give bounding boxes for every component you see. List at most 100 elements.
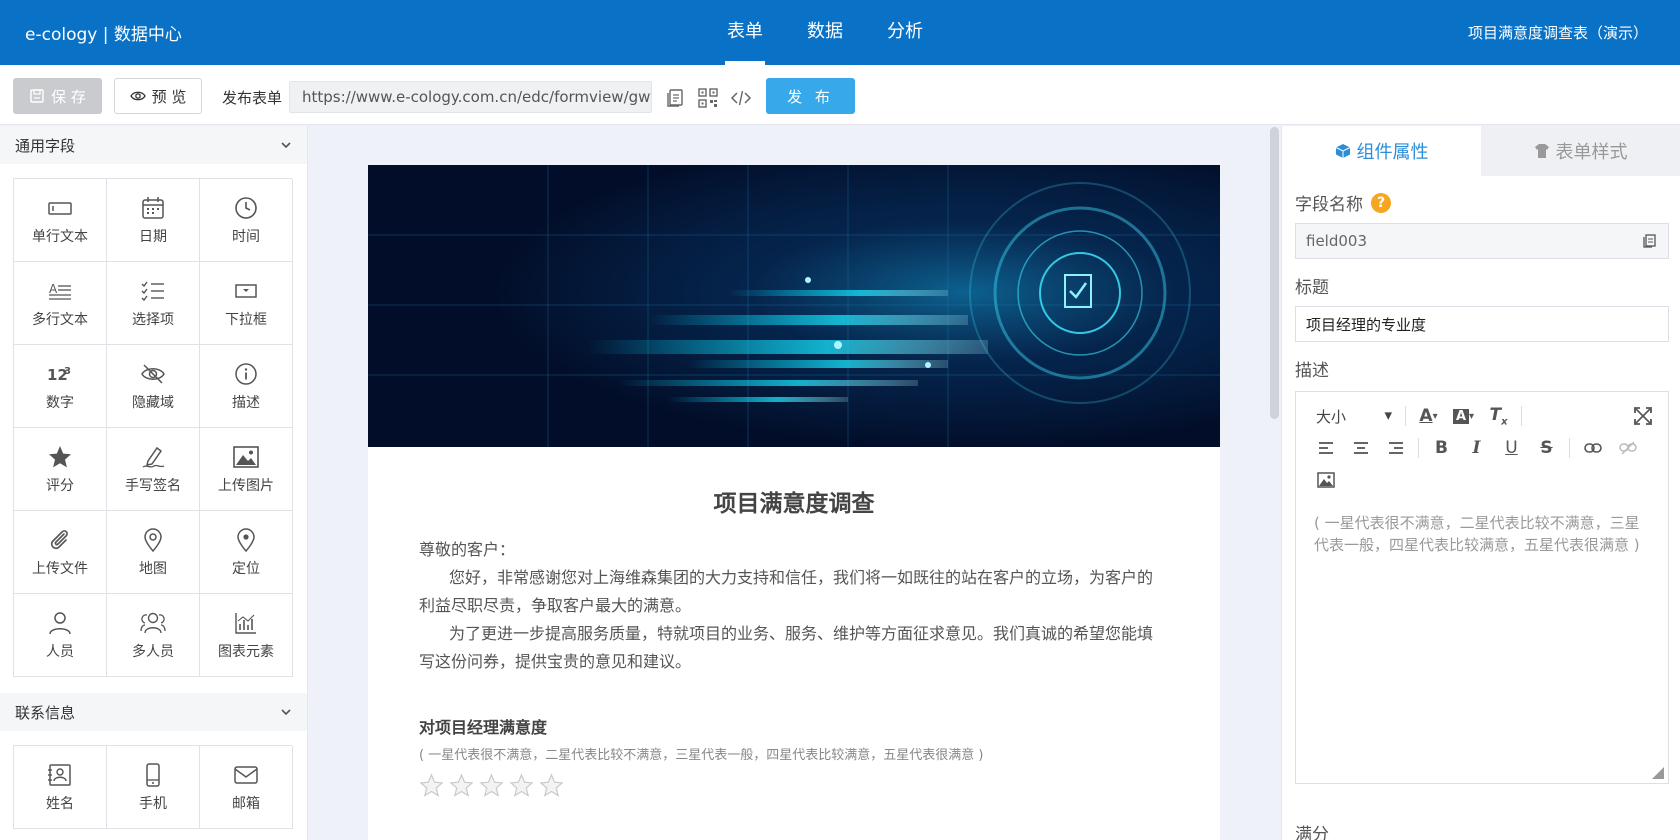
intro-greeting: 尊敬的客户： [419,540,516,559]
info-icon [235,362,257,385]
field-upload-image[interactable]: 上传图片 [200,428,293,511]
background-color-icon: A [1452,408,1470,424]
title-input[interactable]: 项目经理的专业度 [1295,306,1669,342]
align-center-icon [1353,442,1368,454]
field-label: 隐藏域 [132,394,174,411]
field-multi-line-text[interactable]: A 多行文本 [14,262,107,345]
field-upload-file[interactable]: 上传文件 [14,511,107,594]
field-map[interactable]: 地图 [107,511,200,594]
clock-icon [235,196,257,219]
toolbar: 保 存 预 览 发布表单 https://www.e-cology.com.cn… [0,65,1680,125]
editor-toolbar-row-3 [1296,464,1668,496]
field-location[interactable]: 定位 [200,511,293,594]
properties-panel: 组件属性 表单样式 字段名称 ? field003 标题 项目经理的专业度 描述… [1281,126,1680,840]
field-name[interactable]: 姓名 [14,746,107,829]
publish-form-label: 发布表单 [222,89,283,107]
section-contact-info[interactable]: 联系信息 [0,693,307,731]
rating-question[interactable]: 对项目经理满意度 ( 一星代表很不满意，二星代表比较不满意，三星代表一般，四星代… [368,714,1220,798]
intro-paragraph-1: 您好，非常感谢您对上海维森集团的大力支持和信任，我们将一如既往的站在客户的立场，… [419,568,1154,615]
form-url-field[interactable]: https://www.e-cology.com.cn/edc/formview… [289,81,652,113]
section-general-fields[interactable]: 通用字段 [0,126,307,164]
nav-tab-data[interactable]: 数据 [807,0,843,65]
font-size-select[interactable]: 大小 ▾ [1310,406,1398,427]
field-time[interactable]: 时间 [200,179,293,262]
strikethrough-button[interactable]: S [1531,434,1562,462]
field-hidden[interactable]: 隐藏域 [107,345,200,428]
description-editor-content[interactable]: ( 一星代表很不满意，二星代表比较不满意，三星代表一般，四星代表比较满意，五星代… [1296,496,1668,572]
copy-icon[interactable] [1642,233,1658,249]
align-center-button[interactable] [1345,434,1376,462]
star-outline-icon[interactable] [449,773,474,798]
resize-handle-icon[interactable] [1652,767,1664,779]
font-color-button[interactable]: A ▾ [1413,402,1444,430]
tab-component-properties[interactable]: 组件属性 [1282,126,1481,176]
font-size-label: 大小 [1316,407,1347,426]
embed-code-icon[interactable] [730,87,752,109]
nav-tab-form[interactable]: 表单 [725,0,765,65]
insert-image-button[interactable] [1310,466,1341,494]
star-outline-icon[interactable] [539,773,564,798]
star-outline-icon[interactable] [479,773,504,798]
paperclip-icon [50,529,68,549]
field-single-line-text[interactable]: 单行文本 [14,179,107,262]
field-label: 时间 [232,228,260,245]
copy-icon[interactable] [664,87,686,109]
image-icon [233,445,259,468]
underline-button[interactable]: U [1496,434,1527,462]
nav-tab-analysis[interactable]: 分析 [887,0,923,65]
dropdown-icon [235,283,257,298]
section-general-title: 通用字段 [15,136,76,155]
field-rating[interactable]: 评分 [14,428,107,511]
unlink-button[interactable] [1612,434,1643,462]
field-choice[interactable]: 选择项 [107,262,200,345]
preview-button[interactable]: 预 览 [114,78,202,114]
align-left-button[interactable] [1310,434,1341,462]
app-brand[interactable]: e-cology | 数据中心 [25,20,182,45]
field-dropdown[interactable]: 下拉框 [200,262,293,345]
publish-button[interactable]: 发 布 [766,78,855,114]
tab-form-style[interactable]: 表单样式 [1481,126,1680,176]
star-outline-icon[interactable] [509,773,534,798]
italic-button[interactable]: I [1461,434,1492,462]
qr-code-icon[interactable] [697,87,719,109]
background-color-button[interactable]: A ▾ [1448,402,1479,430]
field-user[interactable]: 人员 [14,594,107,677]
field-signature[interactable]: 手写签名 [107,428,200,511]
bold-button[interactable]: B [1426,434,1457,462]
checklist-icon [141,281,164,301]
save-button[interactable]: 保 存 [13,78,102,114]
star-rating[interactable] [419,773,1169,798]
field-description[interactable]: 描述 [200,345,293,428]
form-title[interactable]: 项目满意度调查 [368,484,1220,518]
field-number[interactable]: 12 3 数字 [14,345,107,428]
cube-icon [1335,144,1350,158]
star-outline-icon[interactable] [419,773,444,798]
editor-toolbar-row-2: B I U S [1296,432,1668,464]
field-name-input[interactable]: field003 [1295,223,1669,259]
field-multi-user[interactable]: 多人员 [107,594,200,677]
link-button[interactable] [1577,434,1608,462]
clear-format-button[interactable]: Tx [1483,402,1514,430]
field-name-label-row: 字段名称 ? [1295,190,1667,215]
field-mobile[interactable]: 手机 [107,746,200,829]
clear-format-icon: Tx [1489,404,1508,428]
shirt-icon [1534,144,1549,158]
form-preview-card: 项目满意度调查 尊敬的客户： 您好，非常感谢您对上海维森集团的大力支持和信任，我… [368,165,1220,840]
field-chart-element[interactable]: 图表元素 [200,594,293,677]
canvas-scrollbar-thumb[interactable] [1270,127,1279,419]
field-email[interactable]: 邮箱 [200,746,293,829]
svg-text:A: A [49,282,58,296]
italic-icon: I [1472,438,1481,458]
description-rich-editor[interactable]: 大小 ▾ A ▾ A ▾ Tx B I U S (一星代表很不满意，二星代表比… [1295,391,1669,784]
field-label: 手机 [139,795,167,812]
form-intro[interactable]: 尊敬的客户： 您好，非常感谢您对上海维森集团的大力支持和信任，我们将一如既往的站… [368,536,1220,676]
field-date[interactable]: 日期 [107,179,200,262]
users-icon [140,612,166,633]
field-label: 选择项 [132,311,174,328]
eye-off-icon [141,363,165,384]
align-right-button[interactable] [1380,434,1411,462]
field-label: 多行文本 [32,311,88,328]
strikethrough-icon: S [1540,438,1553,458]
help-icon[interactable]: ? [1371,192,1391,213]
fullscreen-button[interactable] [1627,402,1658,430]
